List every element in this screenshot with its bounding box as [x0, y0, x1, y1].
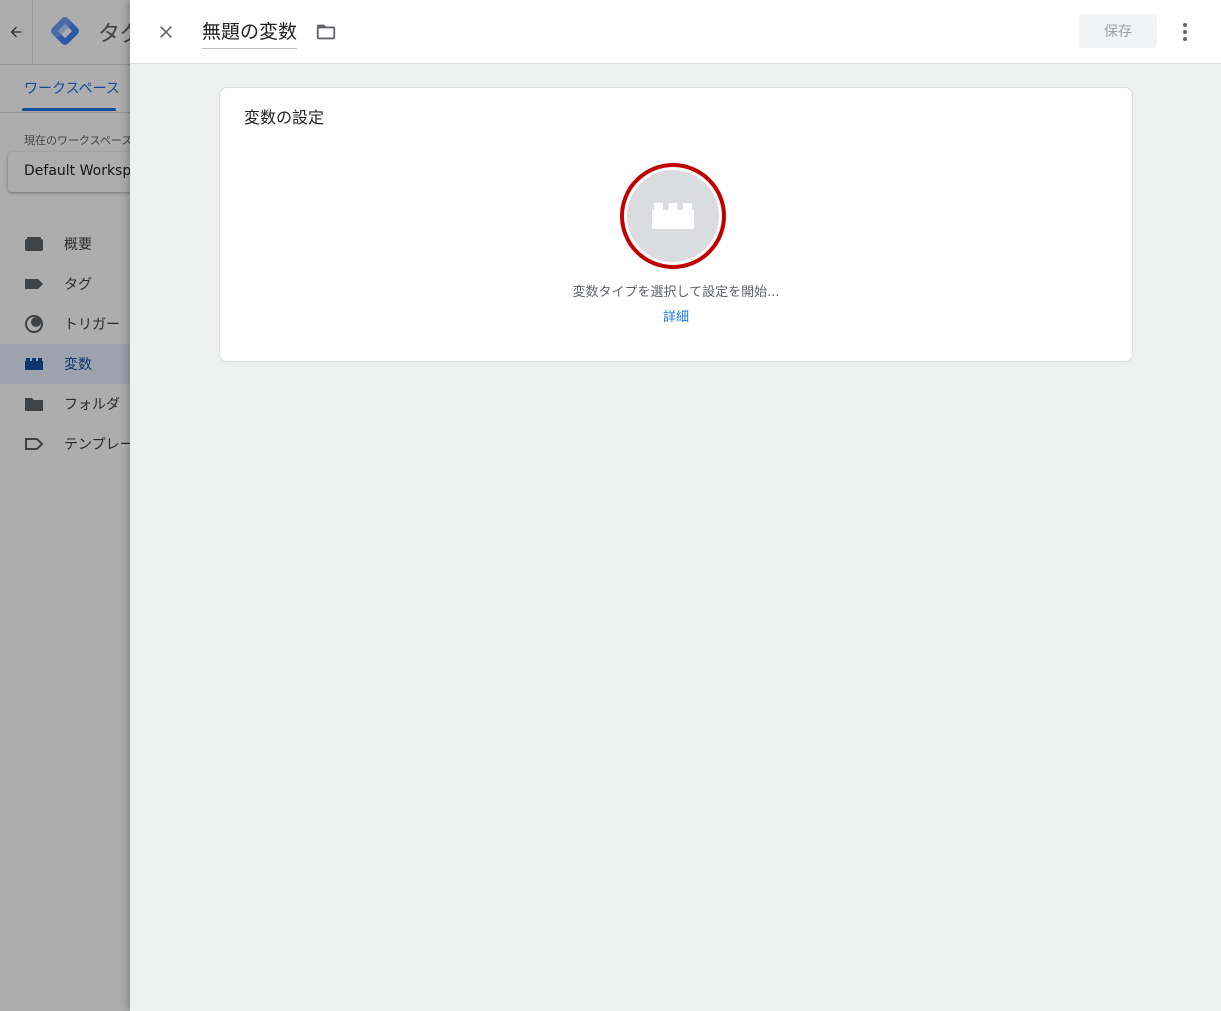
variable-type-hint: 変数タイプを選択して設定を開始... — [572, 285, 780, 300]
variable-type-placeholder — [627, 170, 719, 262]
variable-editor-panel: 無題の変数 保存 変数の設定 変数タイプを選択して設定を開始... 詳細 — [130, 0, 1221, 1011]
variable-configuration-card: 変数の設定 変数タイプを選択して設定を開始... 詳細 — [219, 87, 1133, 362]
learn-more-link[interactable]: 詳細 — [663, 310, 689, 325]
card-title: 変数の設定 — [244, 108, 325, 127]
close-icon — [160, 26, 172, 38]
save-button[interactable]: 保存 — [1079, 14, 1157, 48]
variable-name-title[interactable]: 無題の変数 — [202, 17, 298, 49]
learn-more: 詳細 — [220, 306, 1132, 325]
variable-block-icon — [652, 203, 694, 229]
variable-type-selector[interactable] — [620, 163, 726, 269]
folder-button[interactable] — [314, 20, 338, 44]
more-vert-icon — [1183, 23, 1187, 41]
folder-outline-icon — [316, 24, 336, 40]
more-options-button[interactable] — [1173, 16, 1197, 48]
close-button[interactable] — [150, 16, 182, 48]
panel-header: 無題の変数 保存 — [130, 0, 1221, 64]
